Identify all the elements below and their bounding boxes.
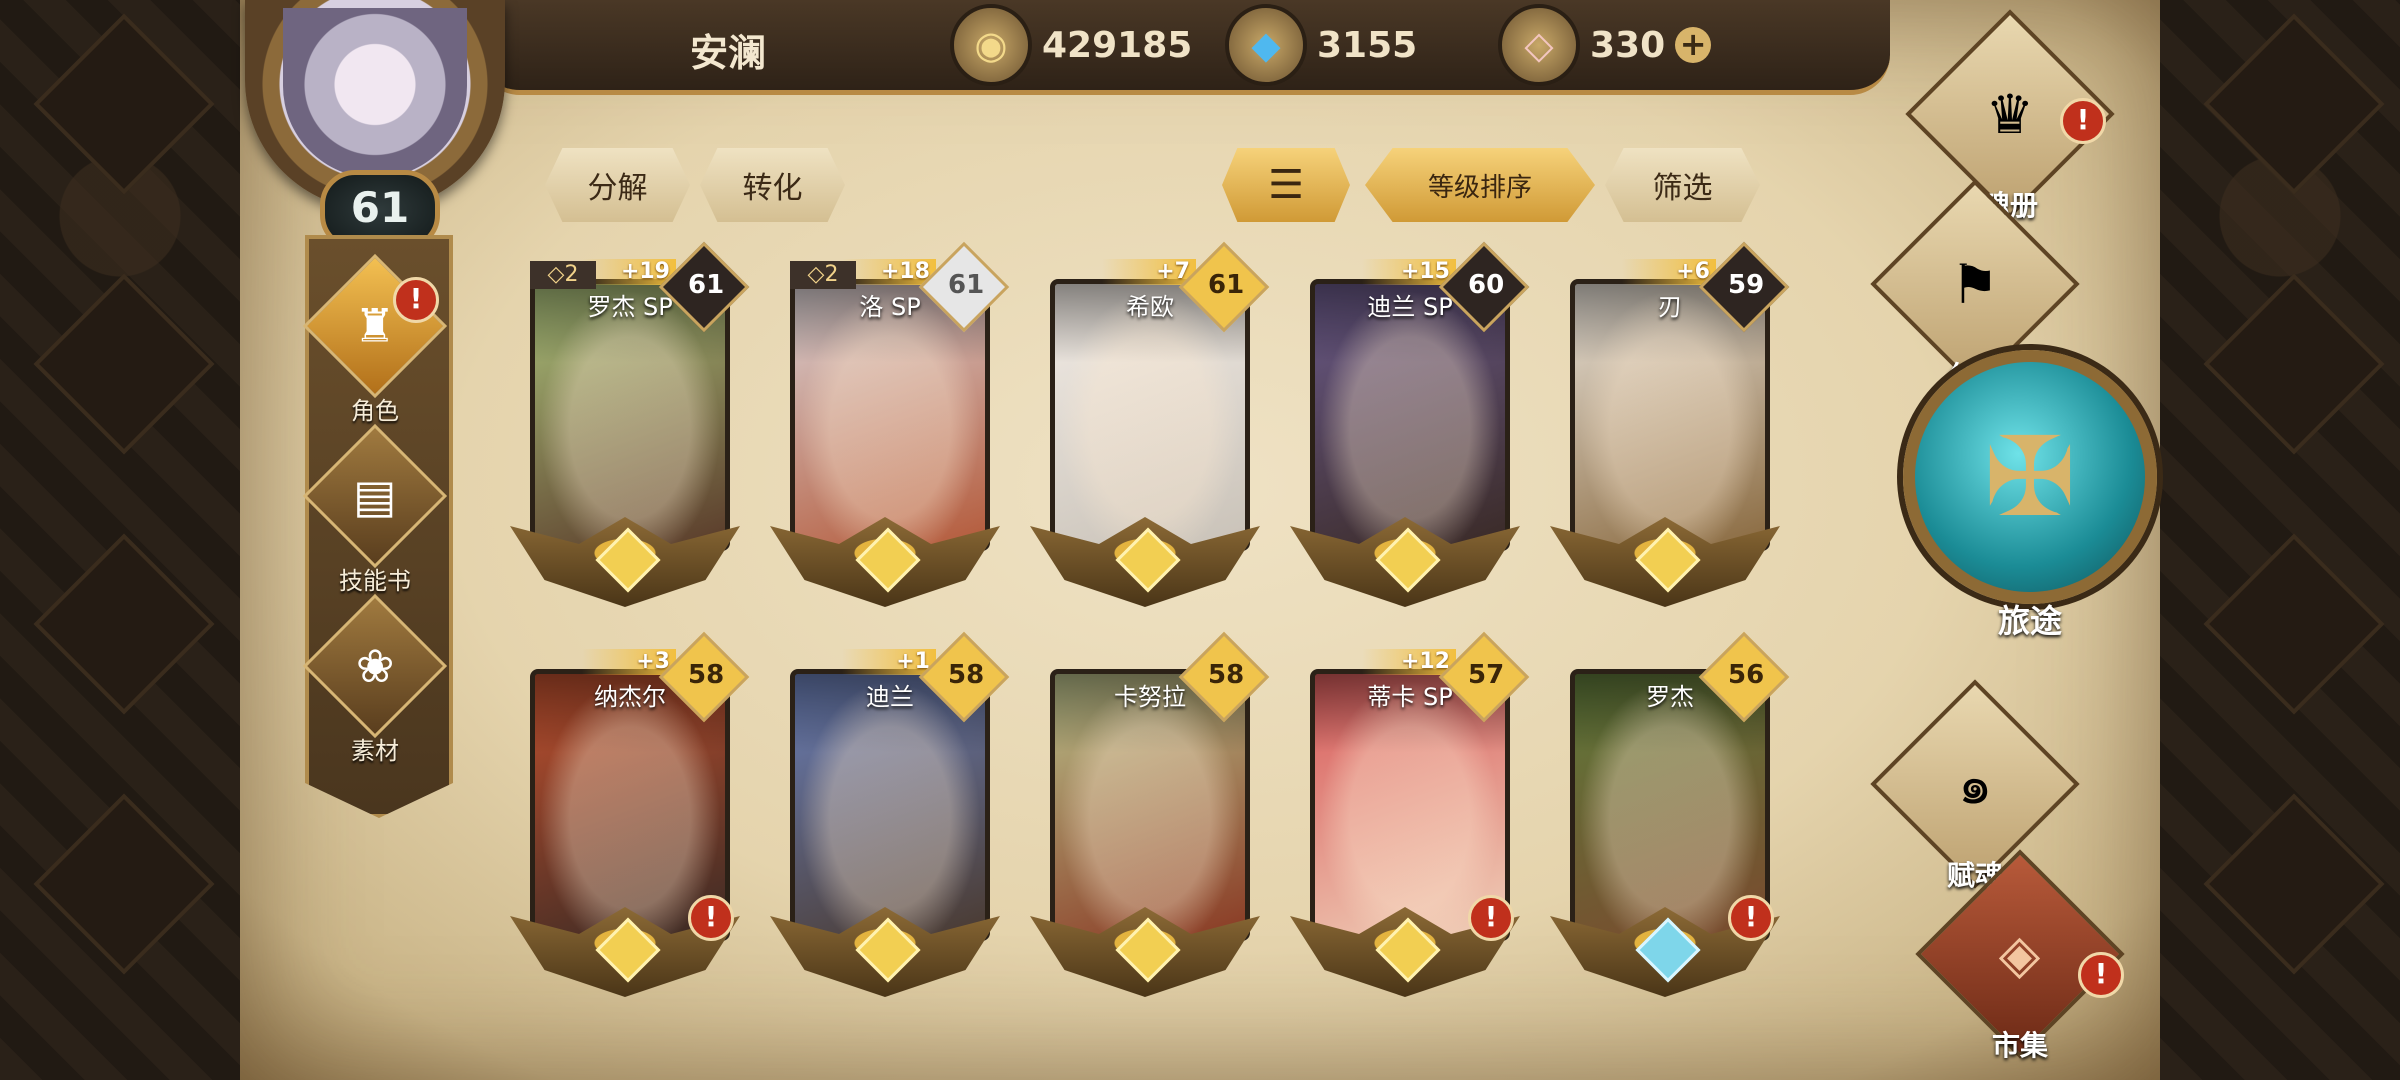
hero-bonus: +6 [1622,259,1716,285]
hero-level: 59 [1728,269,1765,300]
nav-soul-book[interactable]: ♛ 魂册 ! [1905,9,2115,222]
hero-level: 56 [1728,659,1765,690]
alert-icon: ! [393,277,439,323]
hero-bonus: +1 [842,649,936,675]
hero-bonus: +15 [1362,259,1456,285]
nav-character[interactable]: ♜ 角色 ! [302,253,448,426]
player-name: 安澜 [690,31,767,75]
alert-icon: ! [1468,895,1514,941]
gold-coin-icon: ◉ [950,4,1032,86]
hero-card[interactable]: 洛 SP 61 +18 ◇2 [770,241,1010,615]
convert-button[interactable]: 转化 [700,148,845,222]
right-wall-decoration [2160,0,2400,1080]
gold-amount: 429185 [1042,24,1193,66]
sort-order-button[interactable]: ☰ [1222,148,1350,222]
hero-level: 58 [948,659,985,690]
hero-level: 60 [1468,269,1505,300]
soul-book-icon: ♛ [1985,82,2035,146]
market-icon: ◈ [1999,922,2041,986]
hero-card[interactable]: 罗杰 56! [1550,631,1790,1005]
character-icon: ♜ [354,299,396,353]
hero-level: 58 [1208,659,1245,690]
nav-skill-book[interactable]: ▤ 技能书 [302,423,448,596]
hero-bonus: +12 [1362,649,1456,675]
hero-level: 58 [688,659,725,690]
crystal-amount: 3155 [1317,24,1418,66]
sort-by-level-button[interactable]: 等级排序 [1365,148,1595,222]
hero-card[interactable]: 罗杰 SP 61 +19 ◇2 [510,241,750,615]
blue-crystal-icon: ◆ [1225,4,1307,86]
gem-amount: 330 [1590,24,1666,66]
nav-soul-infuse[interactable]: ๑ 赋魂 [1870,679,2080,892]
material-icon: ❀ [355,638,395,693]
sort-lines-icon: ☰ [1268,162,1304,208]
filter-button[interactable]: 筛选 [1605,148,1760,222]
hero-level: 57 [1468,659,1505,690]
hero-card[interactable]: 迪兰 SP 60 +15 [1290,241,1530,615]
hero-bonus: +3 [582,649,676,675]
avatar-portrait [283,8,467,178]
nav-journey[interactable]: ✠ 旅途 [1900,350,2160,680]
hero-star-rank: ◇2 [790,261,856,289]
hero-card[interactable]: 纳杰尔 58 +3! [510,631,750,1005]
hero-bonus: +7 [1102,259,1196,285]
hero-level: 61 [1208,269,1245,300]
nav-material[interactable]: ❀ 素材 [302,593,448,766]
skill-book-icon: ▤ [353,469,397,523]
alert-icon: ! [2060,98,2106,144]
hero-card[interactable]: 刃 59 +6 [1550,241,1790,615]
hero-level: 61 [688,269,725,300]
hero-card[interactable]: 卡努拉 58 [1030,631,1270,1005]
currency-gem[interactable]: ◇ 330 + [1498,4,1712,86]
pink-gem-icon: ◇ [1498,4,1580,86]
currency-crystal[interactable]: ◆ 3155 [1225,4,1418,86]
alert-icon: ! [1728,895,1774,941]
hero-card[interactable]: 蒂卡 SP 57 +12! [1290,631,1530,1005]
journey-emblem-icon: ✠ [1983,413,2077,541]
nav-market-label: 市集 [1991,1029,2048,1062]
hero-card[interactable]: 希欧 61 +7 [1030,241,1270,615]
decompose-button[interactable]: 分解 [545,148,690,222]
nav-journey-label: 旅途 [1997,602,2062,640]
left-wall-decoration [0,0,240,1080]
hero-bonus: +18 [842,259,936,285]
hero-star-rank: ◇2 [530,261,596,289]
soul-infuse-icon: ๑ [1957,753,1993,816]
nav-market[interactable]: ◈ 市集 ! [1915,849,2125,1062]
alert-icon: ! [2078,952,2124,998]
guild-icon: ⚑ [1950,252,2000,316]
hero-bonus: +19 [582,259,676,285]
currency-gold[interactable]: ◉ 429185 [950,4,1193,86]
hero-level: 61 [948,269,985,300]
hero-card[interactable]: 迪兰 58 +1 [770,631,1010,1005]
alert-icon: ! [688,895,734,941]
add-gem-button[interactable]: + [1675,27,1712,63]
